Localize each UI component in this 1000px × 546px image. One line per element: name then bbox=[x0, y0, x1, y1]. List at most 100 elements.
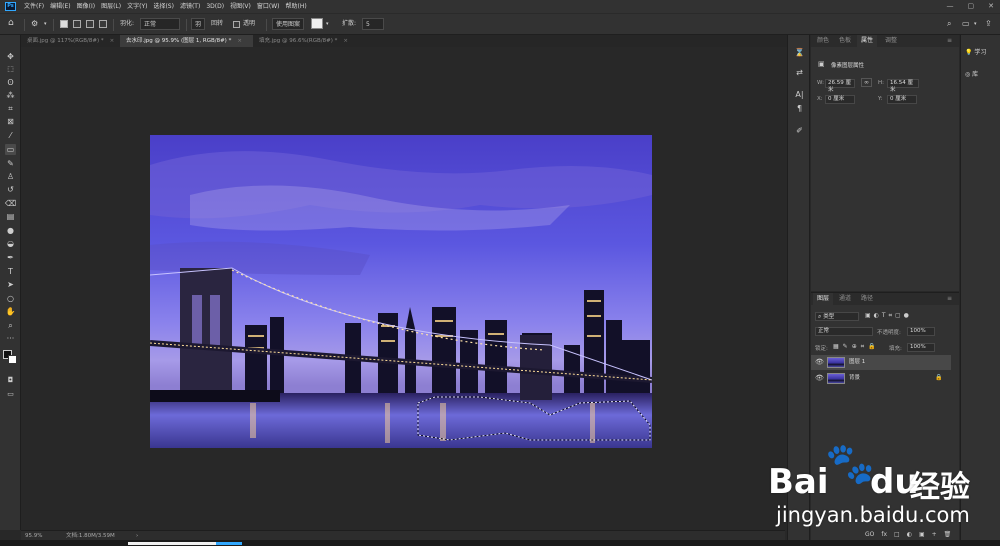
learn-item[interactable]: 💡 学习 bbox=[965, 47, 986, 56]
pattern-swatch[interactable] bbox=[311, 18, 323, 29]
tab-remove-watermark[interactable]: 去水印.jpg @ 95.9% (图层 1, RGB/8#) * × bbox=[120, 35, 253, 47]
move-tool-icon[interactable]: ✥ bbox=[5, 51, 16, 62]
panel-menu-icon[interactable]: ≡ bbox=[943, 293, 956, 305]
path-selection-icon[interactable]: ➤ bbox=[5, 279, 16, 290]
menu-file[interactable]: 文件(F) bbox=[24, 0, 44, 13]
tab-paths[interactable]: 路径 bbox=[857, 293, 877, 305]
workspace-icon[interactable]: ▭ bbox=[962, 18, 970, 30]
tab-swatches[interactable]: 色板 bbox=[835, 35, 855, 47]
menu-select[interactable]: 选择(S) bbox=[153, 0, 174, 13]
destination-button[interactable]: 回转 bbox=[211, 18, 223, 30]
intersect-selection-icon[interactable] bbox=[99, 20, 107, 28]
filter-icons[interactable]: ▣◐T⌗▢● bbox=[865, 312, 912, 320]
maximize-button[interactable]: ▢ bbox=[968, 0, 975, 13]
fx-icon[interactable]: fx bbox=[881, 531, 887, 538]
subtract-selection-icon[interactable] bbox=[86, 20, 94, 28]
background-color-swatch[interactable] bbox=[8, 355, 17, 364]
shape-tool-icon[interactable]: ○ bbox=[5, 293, 16, 304]
dodge-tool-icon[interactable]: ◒ bbox=[5, 238, 16, 249]
eraser-tool-icon[interactable]: ⌫ bbox=[5, 198, 16, 209]
menu-filter[interactable]: 滤镜(T) bbox=[180, 0, 200, 13]
y-field[interactable]: 0 厘米 bbox=[887, 95, 917, 104]
x-field[interactable]: 0 厘米 bbox=[825, 95, 855, 104]
layer-row[interactable]: 👁 图层 1 bbox=[811, 355, 951, 370]
eye-icon[interactable]: 👁 bbox=[815, 358, 824, 366]
mask-icon[interactable]: □ bbox=[894, 531, 900, 538]
adjust-icon[interactable]: ⇄ bbox=[794, 67, 805, 78]
pen-tool-icon[interactable]: ✒ bbox=[5, 252, 16, 263]
tab-channels[interactable]: 通道 bbox=[835, 293, 855, 305]
trash-icon[interactable]: 🗑 bbox=[944, 531, 952, 538]
history-icon[interactable]: ⌛ bbox=[794, 47, 805, 58]
close-window-button[interactable]: ✕ bbox=[988, 0, 994, 13]
opacity-field[interactable]: 100% bbox=[907, 327, 935, 336]
chevron-down-icon[interactable]: ▾ bbox=[44, 18, 47, 30]
menu-type[interactable]: 文字(Y) bbox=[127, 0, 147, 13]
close-icon[interactable]: × bbox=[110, 38, 115, 44]
marquee-tool-icon[interactable]: ⬚ bbox=[5, 64, 16, 75]
height-field[interactable]: 16.54 厘米 bbox=[887, 79, 919, 93]
type-tool-icon[interactable]: T bbox=[5, 266, 16, 277]
tab-color[interactable]: 颜色 bbox=[813, 35, 833, 47]
brush-tool-icon[interactable]: ✎ bbox=[5, 158, 16, 169]
hand-tool-icon[interactable]: ✋ bbox=[5, 306, 16, 317]
layer-name[interactable]: 图层 1 bbox=[849, 355, 865, 370]
tab-properties[interactable]: 属性 bbox=[857, 35, 878, 47]
width-field[interactable]: 26.59 厘米 bbox=[825, 79, 855, 93]
tool-preset-icon[interactable]: ⚙ bbox=[31, 18, 38, 30]
zoom-tool-icon[interactable]: ⌕ bbox=[5, 320, 16, 331]
feather-dropdown[interactable]: 正常 bbox=[140, 18, 180, 30]
eyedropper-icon[interactable]: ⁄ bbox=[5, 130, 16, 141]
layer-name[interactable]: 背景 bbox=[849, 371, 860, 386]
menu-3d[interactable]: 3D(D) bbox=[206, 0, 224, 13]
new-selection-icon[interactable] bbox=[60, 20, 68, 28]
menu-image[interactable]: 图像(I) bbox=[77, 0, 95, 13]
share-icon[interactable]: ⇪ bbox=[985, 18, 992, 30]
add-selection-icon[interactable] bbox=[73, 20, 81, 28]
new-layer-icon[interactable]: + bbox=[932, 531, 937, 538]
menu-edit[interactable]: 编辑(E) bbox=[50, 0, 70, 13]
history-brush-icon[interactable]: ↺ bbox=[5, 184, 16, 195]
transparent-checkbox[interactable] bbox=[233, 21, 240, 28]
lock-icons[interactable]: ▦✎⊕⌗🔒 bbox=[833, 343, 880, 351]
source-button[interactable]: 羽 bbox=[191, 18, 206, 30]
chevron-down-icon[interactable]: ▾ bbox=[326, 18, 329, 30]
lasso-tool-icon[interactable]: ʘ bbox=[5, 77, 16, 88]
spread-input[interactable]: 5 bbox=[362, 18, 384, 30]
more-tools-icon[interactable]: ··· bbox=[5, 333, 16, 344]
tab-fill[interactable]: 填充.jpg @ 96.6%(RGB/8#) * × bbox=[253, 35, 353, 47]
search-icon[interactable]: ⌕ bbox=[947, 18, 951, 30]
paragraph-icon[interactable]: ¶ bbox=[794, 103, 805, 114]
library-item[interactable]: ◎ 库 bbox=[965, 69, 978, 78]
menu-window[interactable]: 窗口(W) bbox=[257, 0, 280, 13]
stamp-tool-icon[interactable]: ♙ bbox=[5, 171, 16, 182]
close-icon[interactable]: × bbox=[343, 38, 348, 44]
document-image[interactable] bbox=[150, 135, 652, 448]
menu-view[interactable]: 视图(V) bbox=[230, 0, 251, 13]
blend-mode-dropdown[interactable]: 正常 bbox=[815, 327, 873, 336]
blur-tool-icon[interactable]: ● bbox=[5, 225, 16, 236]
tab-desktop[interactable]: 桌面.jpg @ 117%(RGB/8#) * × bbox=[21, 35, 120, 47]
group-icon[interactable]: ▣ bbox=[919, 531, 925, 538]
home-icon[interactable]: ⌂ bbox=[8, 17, 14, 29]
fill-field[interactable]: 100% bbox=[907, 343, 935, 352]
use-pattern-button[interactable]: 使用图案 bbox=[272, 18, 305, 30]
adjustment-icon[interactable]: ◐ bbox=[907, 531, 912, 538]
character-icon[interactable]: A| bbox=[794, 89, 805, 100]
layer-filter-dropdown[interactable]: ⌕ 类型 bbox=[815, 312, 859, 321]
layer-row[interactable]: 👁 背景 🔒 bbox=[811, 371, 951, 386]
link-icon[interactable]: ∞ bbox=[861, 78, 872, 87]
eye-icon[interactable]: 👁 bbox=[815, 374, 824, 382]
crop-tool-icon[interactable]: ⌗ bbox=[5, 103, 16, 114]
gradient-tool-icon[interactable]: ▤ bbox=[5, 211, 16, 222]
chevron-down-icon[interactable]: ▾ bbox=[974, 18, 977, 30]
menu-help[interactable]: 帮助(H) bbox=[286, 0, 307, 13]
frame-tool-icon[interactable]: ⊠ bbox=[5, 116, 16, 127]
brush-settings-icon[interactable]: ✐ bbox=[794, 125, 805, 136]
close-icon[interactable]: × bbox=[237, 38, 242, 44]
menu-layer[interactable]: 图层(L) bbox=[101, 0, 121, 13]
patch-tool-icon[interactable]: ▭ bbox=[5, 144, 16, 155]
magic-wand-icon[interactable]: ⁂ bbox=[5, 90, 16, 101]
screen-mode-icon[interactable]: ▭ bbox=[5, 389, 16, 400]
tab-layers[interactable]: 图层 bbox=[813, 293, 834, 305]
